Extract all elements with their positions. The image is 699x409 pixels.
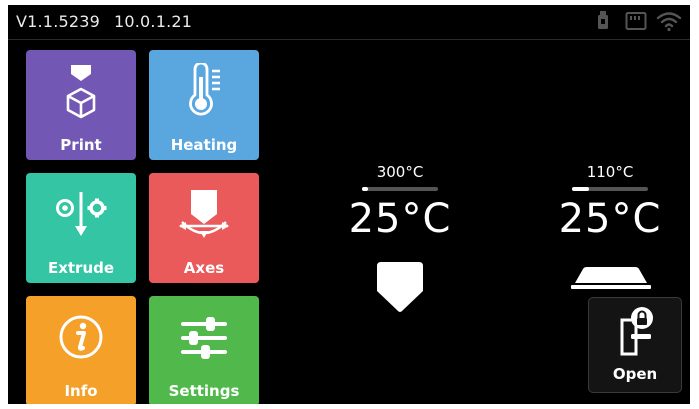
- bed-progress-fill: [572, 187, 590, 191]
- bed-current-temp: 25°C: [558, 196, 662, 242]
- heated-bed-icon: [571, 267, 651, 289]
- status-bar: V1.1.5239 10.0.1.21: [8, 5, 690, 40]
- bed-temperature[interactable]: 110°C 25°C: [545, 163, 675, 242]
- extrude-tile[interactable]: Extrude: [26, 173, 136, 283]
- settings-tile[interactable]: Settings: [149, 296, 259, 404]
- axes-label: Axes: [183, 259, 225, 277]
- axes-tile[interactable]: Axes: [149, 173, 259, 283]
- wifi-icon: [656, 12, 682, 32]
- usb-icon: [598, 11, 608, 29]
- hotend-temperature[interactable]: 300°C 25°C: [335, 163, 465, 242]
- heating-tile[interactable]: Heating: [149, 50, 259, 160]
- info-label: Info: [64, 382, 98, 400]
- firmware-version: V1.1.5239: [16, 12, 100, 31]
- bed-target-temp: 110°C: [586, 163, 634, 181]
- axes-icon: [179, 190, 229, 238]
- heating-label: Heating: [170, 136, 238, 154]
- thermometer-icon: [189, 63, 220, 116]
- print-label: Print: [60, 136, 102, 154]
- info-icon: [59, 315, 103, 359]
- ip-address: 10.0.1.21: [114, 12, 193, 31]
- print-tile[interactable]: Print: [26, 50, 136, 160]
- extrude-label: Extrude: [47, 259, 115, 277]
- info-tile[interactable]: Info: [26, 296, 136, 404]
- hotend-target-temp: 300°C: [376, 163, 424, 181]
- door-lock-icon: [620, 307, 653, 356]
- extrude-icon: [56, 192, 107, 236]
- hotend-current-temp: 25°C: [348, 196, 452, 242]
- open-label: Open: [612, 365, 658, 383]
- settings-label: Settings: [168, 382, 240, 400]
- hotend-progress-fill: [362, 187, 369, 191]
- hotend-progress-bar: [362, 187, 438, 191]
- hotend-icon: [377, 262, 423, 312]
- sd-card-icon: [625, 12, 647, 30]
- print-icon: [66, 65, 96, 119]
- bed-progress-bar: [572, 187, 648, 191]
- printer-screen: V1.1.5239 10.0.1.21 Print Heating Extrud…: [8, 5, 690, 404]
- open-door-button[interactable]: Open: [588, 297, 682, 393]
- settings-sliders-icon: [181, 317, 227, 359]
